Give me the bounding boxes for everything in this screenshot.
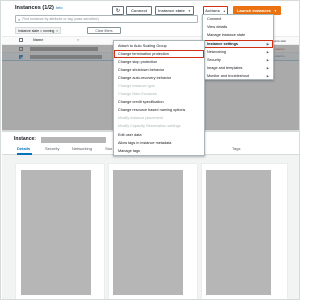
clear-filters-label: Clear filters — [95, 28, 113, 33]
search-icon: ⌕ — [18, 16, 21, 22]
caret-down-icon: ▼ — [273, 8, 277, 13]
submenu-item-disabled: Modify Capacity Reservation settings — [118, 124, 181, 128]
menu-item-manage-state[interactable]: Manage instance state — [203, 31, 273, 39]
menu-item-label: Security — [207, 58, 221, 62]
tab-storage[interactable]: Stor — [105, 146, 112, 151]
sort-icon[interactable]: ▽ — [77, 38, 79, 42]
tab-security[interactable]: Security — [45, 146, 59, 151]
page-title: Instances (1/2) Info — [15, 5, 63, 11]
submenu-item-termination-protection[interactable]: Change termination protection — [114, 50, 204, 58]
submenu-item[interactable]: Manage tags — [114, 147, 204, 155]
refresh-icon: ↻ — [115, 7, 121, 14]
launch-label: Launch instances — [237, 8, 271, 13]
menu-item-label: Instance settings — [207, 42, 239, 46]
menu-item-label: Image and templates — [207, 66, 243, 70]
submenu-item[interactable]: Change shutdown behavior — [114, 66, 204, 74]
caret-right-icon: ▶ — [266, 50, 269, 54]
instance-settings-submenu: Attach to Auto Scaling Group Change term… — [113, 40, 205, 156]
close-icon[interactable]: × — [56, 29, 58, 33]
details-card — [201, 163, 288, 299]
connect-label: Connect — [131, 8, 147, 13]
menu-item-monitor[interactable]: Monitor and troubleshoot ▶ — [203, 72, 273, 80]
redacted-details — [206, 170, 271, 295]
redacted-details — [21, 170, 91, 295]
menu-item-instance-settings[interactable]: Instance settings ▶ — [203, 40, 273, 48]
info-link[interactable]: Info — [56, 5, 63, 10]
submenu-item[interactable]: Attach to Auto Scaling Group — [114, 42, 204, 50]
details-card — [15, 163, 105, 299]
caret-right-icon: ▶ — [266, 58, 269, 62]
menu-item-image-templates[interactable]: Image and templates ▶ — [203, 64, 273, 72]
submenu-item[interactable]: Allow tags in instance metadata — [114, 139, 204, 147]
caret-down-icon: ▲ — [222, 8, 226, 13]
submenu-item[interactable]: Change resource based naming options — [114, 106, 204, 114]
actions-label: Actions — [205, 8, 220, 13]
instance-state-button[interactable]: Instance state ▼ — [155, 6, 194, 15]
tab-networking[interactable]: Networking — [72, 146, 92, 151]
submenu-item[interactable]: Change auto-recovery behavior — [114, 74, 204, 82]
caret-right-icon: ▶ — [266, 66, 269, 70]
tab-tags[interactable]: Tags — [232, 146, 240, 151]
page-title-text: Instances (1/2) — [15, 5, 54, 11]
submenu-item[interactable]: Edit user data — [114, 131, 204, 139]
redacted-details — [113, 170, 183, 295]
caret-right-icon: ▶ — [266, 74, 269, 78]
menu-item-connect[interactable]: Connect — [203, 15, 273, 23]
menu-item-security[interactable]: Security ▶ — [203, 56, 273, 64]
details-card — [108, 163, 198, 299]
refresh-button[interactable]: ↻ — [112, 6, 124, 15]
clear-filters-button[interactable]: Clear filters — [87, 27, 121, 34]
submenu-item[interactable]: Change stop protection — [114, 58, 204, 66]
select-all-checkbox[interactable] — [19, 38, 23, 42]
menu-item-view-details[interactable]: View details — [203, 23, 273, 31]
instance-detail-title: Instance: — [14, 136, 36, 142]
search-input[interactable]: ⌕ Find instance by attribute or tag (cas… — [15, 15, 198, 23]
menu-item-label: Networking — [207, 50, 226, 54]
submenu-item-disabled: Modify instance placement — [118, 116, 163, 120]
filter-chip[interactable]: Instance state = running × — [15, 27, 62, 34]
app-frame: Instances (1/2) Info ↻ Connect Instance s… — [0, 0, 300, 300]
caret-right-icon: ▶ — [266, 42, 269, 46]
details-body — [2, 155, 299, 299]
menu-item-networking[interactable]: Networking ▶ — [203, 48, 273, 56]
menu-item-label: Monitor and troubleshoot — [207, 74, 250, 78]
actions-menu: Connect View details Manage instance sta… — [202, 14, 274, 80]
instance-state-label: Instance state — [158, 8, 185, 13]
column-header-name[interactable]: Name — [33, 38, 43, 42]
redacted-instance-id — [41, 137, 106, 143]
search-placeholder: Find instance by attribute or tag (case-… — [22, 17, 99, 21]
submenu-item-disabled: Change instance type — [118, 84, 155, 88]
alarm-status-header: Alarm stat — [271, 39, 286, 43]
tab-details[interactable]: Details — [17, 146, 30, 151]
submenu-item-disabled: Change Nitro Enclaves — [118, 92, 157, 96]
submenu-item[interactable]: Change credit specification — [114, 98, 204, 106]
filter-chip-label: Instance state = running — [18, 28, 55, 33]
caret-down-icon: ▼ — [187, 8, 191, 13]
instance-detail-label: Instance: — [14, 136, 36, 142]
connect-button[interactable]: Connect — [126, 6, 152, 15]
